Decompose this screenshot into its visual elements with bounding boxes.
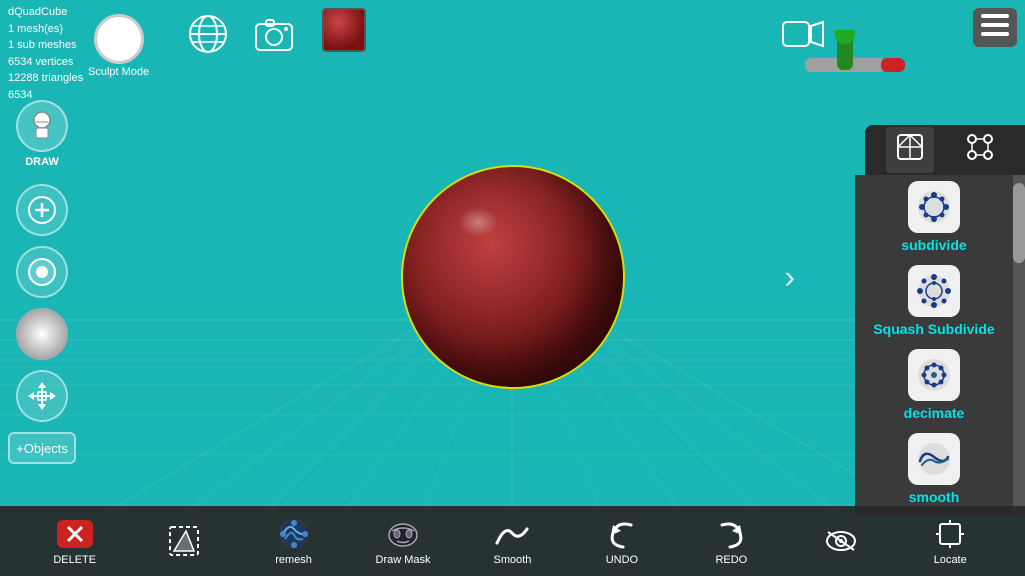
panel-scrollbar-thumb[interactable] xyxy=(1013,183,1025,263)
left-sidebar: DRAW +Objects xyxy=(8,100,76,464)
smooth-icon xyxy=(908,433,960,485)
delete-label: DELETE xyxy=(53,554,96,566)
remesh-icon xyxy=(275,515,313,553)
subdivide-icon xyxy=(908,181,960,233)
extra-count: 6534 xyxy=(8,89,32,101)
triangles: 12288 triangles xyxy=(8,72,83,84)
sculpt-mode-label: Sculpt Mode xyxy=(88,66,149,78)
right-panel: subdivide Squash Su xyxy=(855,175,1025,515)
menu-icon xyxy=(981,14,1009,36)
tool-handle xyxy=(785,30,905,105)
smooth-label: smooth xyxy=(909,489,960,505)
draw-icon xyxy=(26,110,58,142)
mesh-count: 1 mesh(es) xyxy=(8,23,63,35)
locate-button[interactable]: Locate xyxy=(920,516,980,566)
panel-tools-list: subdivide Squash Su xyxy=(855,175,1013,515)
globe-icon xyxy=(186,12,230,56)
3d-sphere[interactable] xyxy=(403,167,623,387)
gradient-button[interactable] xyxy=(16,308,68,360)
redo-label: REDO xyxy=(715,554,747,566)
tool-decimate[interactable]: decimate xyxy=(855,343,1013,427)
locate-icon xyxy=(822,522,860,560)
tool-smooth[interactable]: smooth xyxy=(855,427,1013,511)
camera-icon-button[interactable] xyxy=(252,12,296,61)
draw-mask-button[interactable]: Draw Mask xyxy=(373,516,433,566)
object-info: dQuadCube 1 mesh(es) 1 sub meshes 6534 v… xyxy=(8,4,83,103)
selection-icon xyxy=(166,523,202,559)
smooth-label: Smooth xyxy=(494,554,532,566)
draw-mask-label: Draw Mask xyxy=(376,554,431,566)
redo-icon xyxy=(712,515,750,553)
draw-button[interactable]: DRAW xyxy=(16,100,68,152)
dot-button[interactable] xyxy=(16,246,68,298)
sculpt-mode-icon xyxy=(94,14,144,64)
delete-button[interactable]: DELETE xyxy=(45,516,105,566)
camera-icon xyxy=(252,12,296,56)
squash-subdivide-label: Squash Subdivide xyxy=(873,321,994,337)
locate-icon-button[interactable] xyxy=(811,523,871,559)
locate-label: Locate xyxy=(934,554,967,566)
add-button[interactable] xyxy=(16,184,68,236)
draw-label: DRAW xyxy=(25,156,59,168)
undo-label: UNDO xyxy=(606,554,638,566)
object-name: dQuadCube xyxy=(8,6,67,18)
smooth-button[interactable]: Smooth xyxy=(482,516,542,566)
squash-subdivide-icon xyxy=(908,265,960,317)
undo-icon xyxy=(603,515,641,553)
move-button[interactable] xyxy=(16,370,68,422)
sculpt-mode-button[interactable]: Sculpt Mode xyxy=(88,14,149,78)
globe-icon-button[interactable] xyxy=(186,12,230,61)
delete-icon xyxy=(57,520,93,548)
panel-header xyxy=(865,125,1025,175)
locate-box-icon xyxy=(934,518,966,550)
objects-label: +Objects xyxy=(16,441,68,456)
remesh-button[interactable]: remesh xyxy=(264,516,324,566)
panel-tab-3d[interactable] xyxy=(886,127,934,173)
subdivide-label: subdivide xyxy=(901,237,966,253)
selection-button[interactable] xyxy=(154,523,214,559)
tool-handle-icon xyxy=(785,30,905,100)
menu-button[interactable] xyxy=(973,8,1017,47)
move-icon xyxy=(26,380,58,412)
panel-scrollbar[interactable] xyxy=(1013,175,1025,515)
smooth-icon xyxy=(493,515,531,553)
undo-button[interactable]: UNDO xyxy=(592,516,652,566)
vertices: 6534 vertices xyxy=(8,56,73,68)
panel-tab-nodes[interactable] xyxy=(956,127,1004,173)
decimate-label: decimate xyxy=(904,405,965,421)
draw-mask-icon xyxy=(384,515,422,553)
tool-squash-subdivide[interactable]: Squash Subdivide xyxy=(855,259,1013,343)
bottom-toolbar: DELETE remesh xyxy=(0,506,1025,576)
dot-icon xyxy=(27,257,57,287)
add-objects-button[interactable]: +Objects xyxy=(8,432,76,464)
chevron-right-button[interactable]: › xyxy=(784,258,795,295)
redo-button[interactable]: REDO xyxy=(701,516,761,566)
add-icon xyxy=(27,195,57,225)
decimate-icon xyxy=(908,349,960,401)
tool-subdivide[interactable]: subdivide xyxy=(855,175,1013,259)
sphere-mini-icon-button[interactable] xyxy=(322,8,366,52)
sub-meshes: 1 sub meshes xyxy=(8,39,76,51)
remesh-label: remesh xyxy=(275,554,312,566)
